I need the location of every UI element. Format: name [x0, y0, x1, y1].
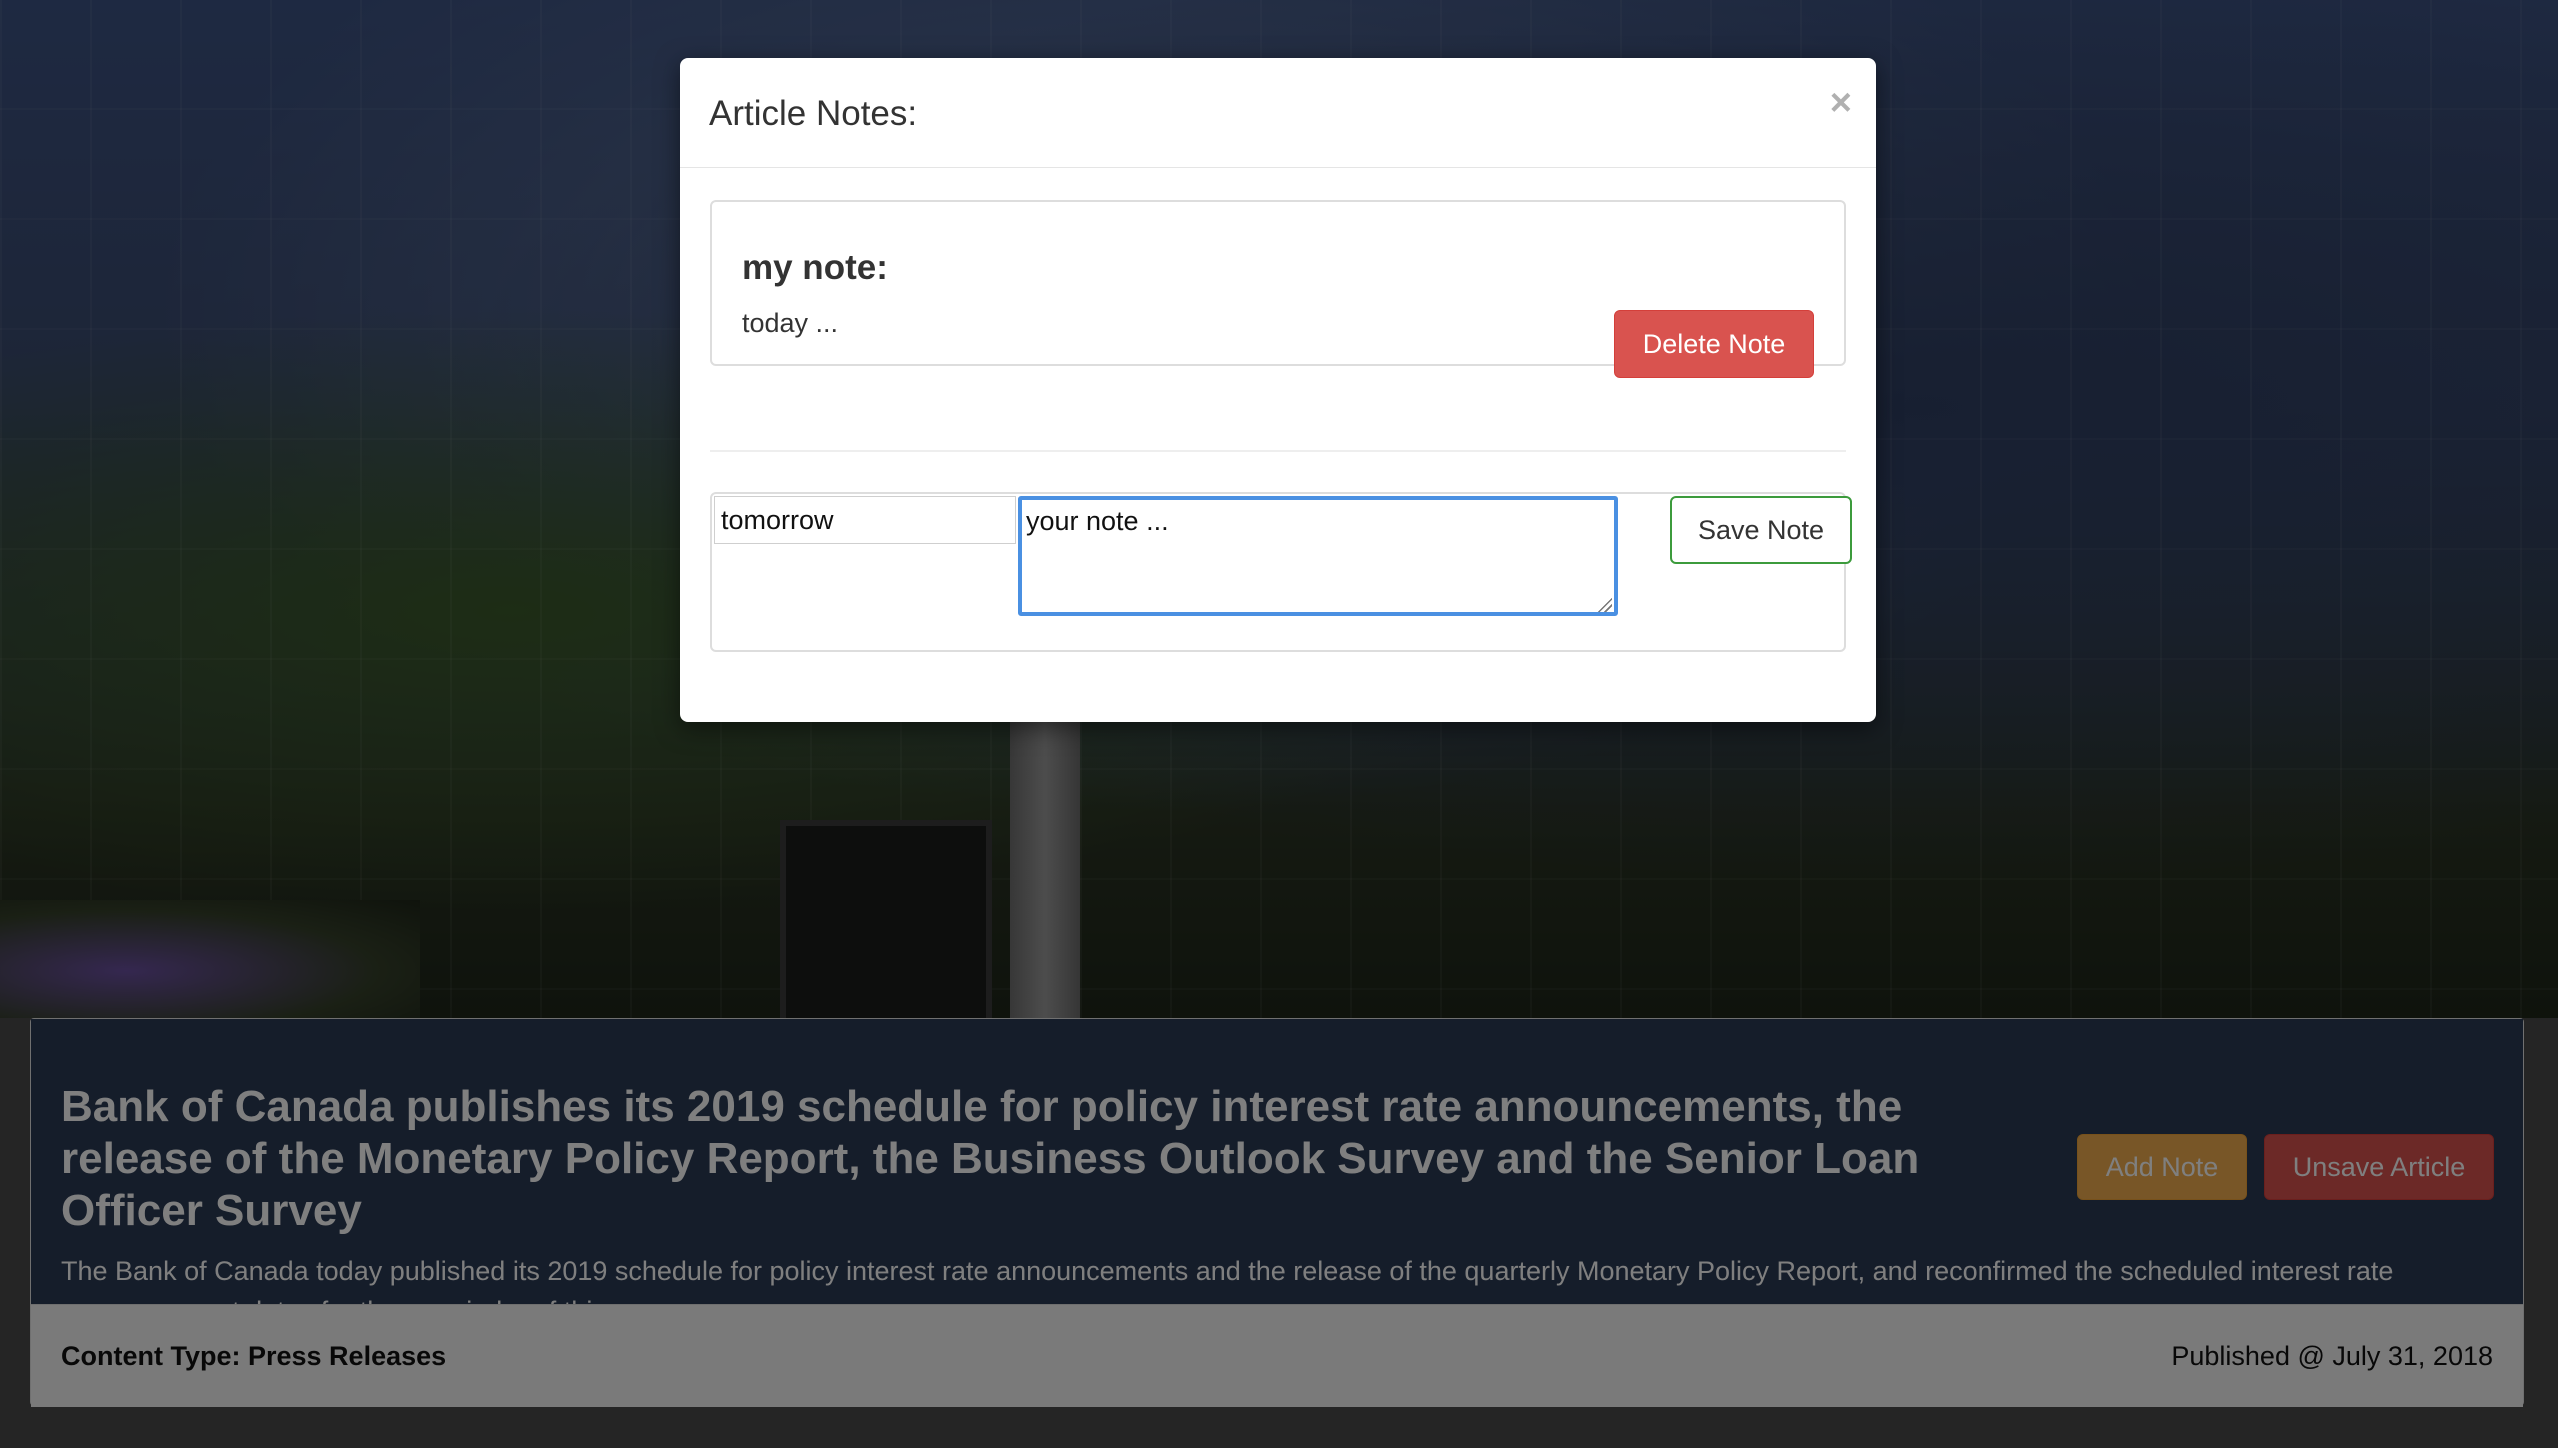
resize-handle-icon[interactable]	[1596, 596, 1612, 612]
save-note-button[interactable]: Save Note	[1670, 496, 1852, 564]
new-note-form: your note ... Save Note	[710, 492, 1852, 652]
modal-title: Article Notes:	[709, 94, 918, 133]
delete-note-button[interactable]: Delete Note	[1614, 310, 1814, 378]
divider	[710, 450, 1846, 452]
close-icon[interactable]: ×	[1830, 84, 1852, 122]
note-title: my note:	[742, 248, 888, 287]
article-notes-modal: Article Notes: × my note: today ... Dele…	[680, 58, 1876, 722]
page: Bank of Canada publishes its 2019 schedu…	[0, 0, 2558, 1448]
note-body-textarea[interactable]: your note ...	[1018, 496, 1618, 616]
existing-note-panel: my note: today ... Delete Note	[710, 200, 1846, 378]
note-body: today ...	[742, 308, 839, 338]
note-title-input[interactable]	[714, 496, 1016, 544]
modal-header: Article Notes: ×	[680, 58, 1876, 168]
